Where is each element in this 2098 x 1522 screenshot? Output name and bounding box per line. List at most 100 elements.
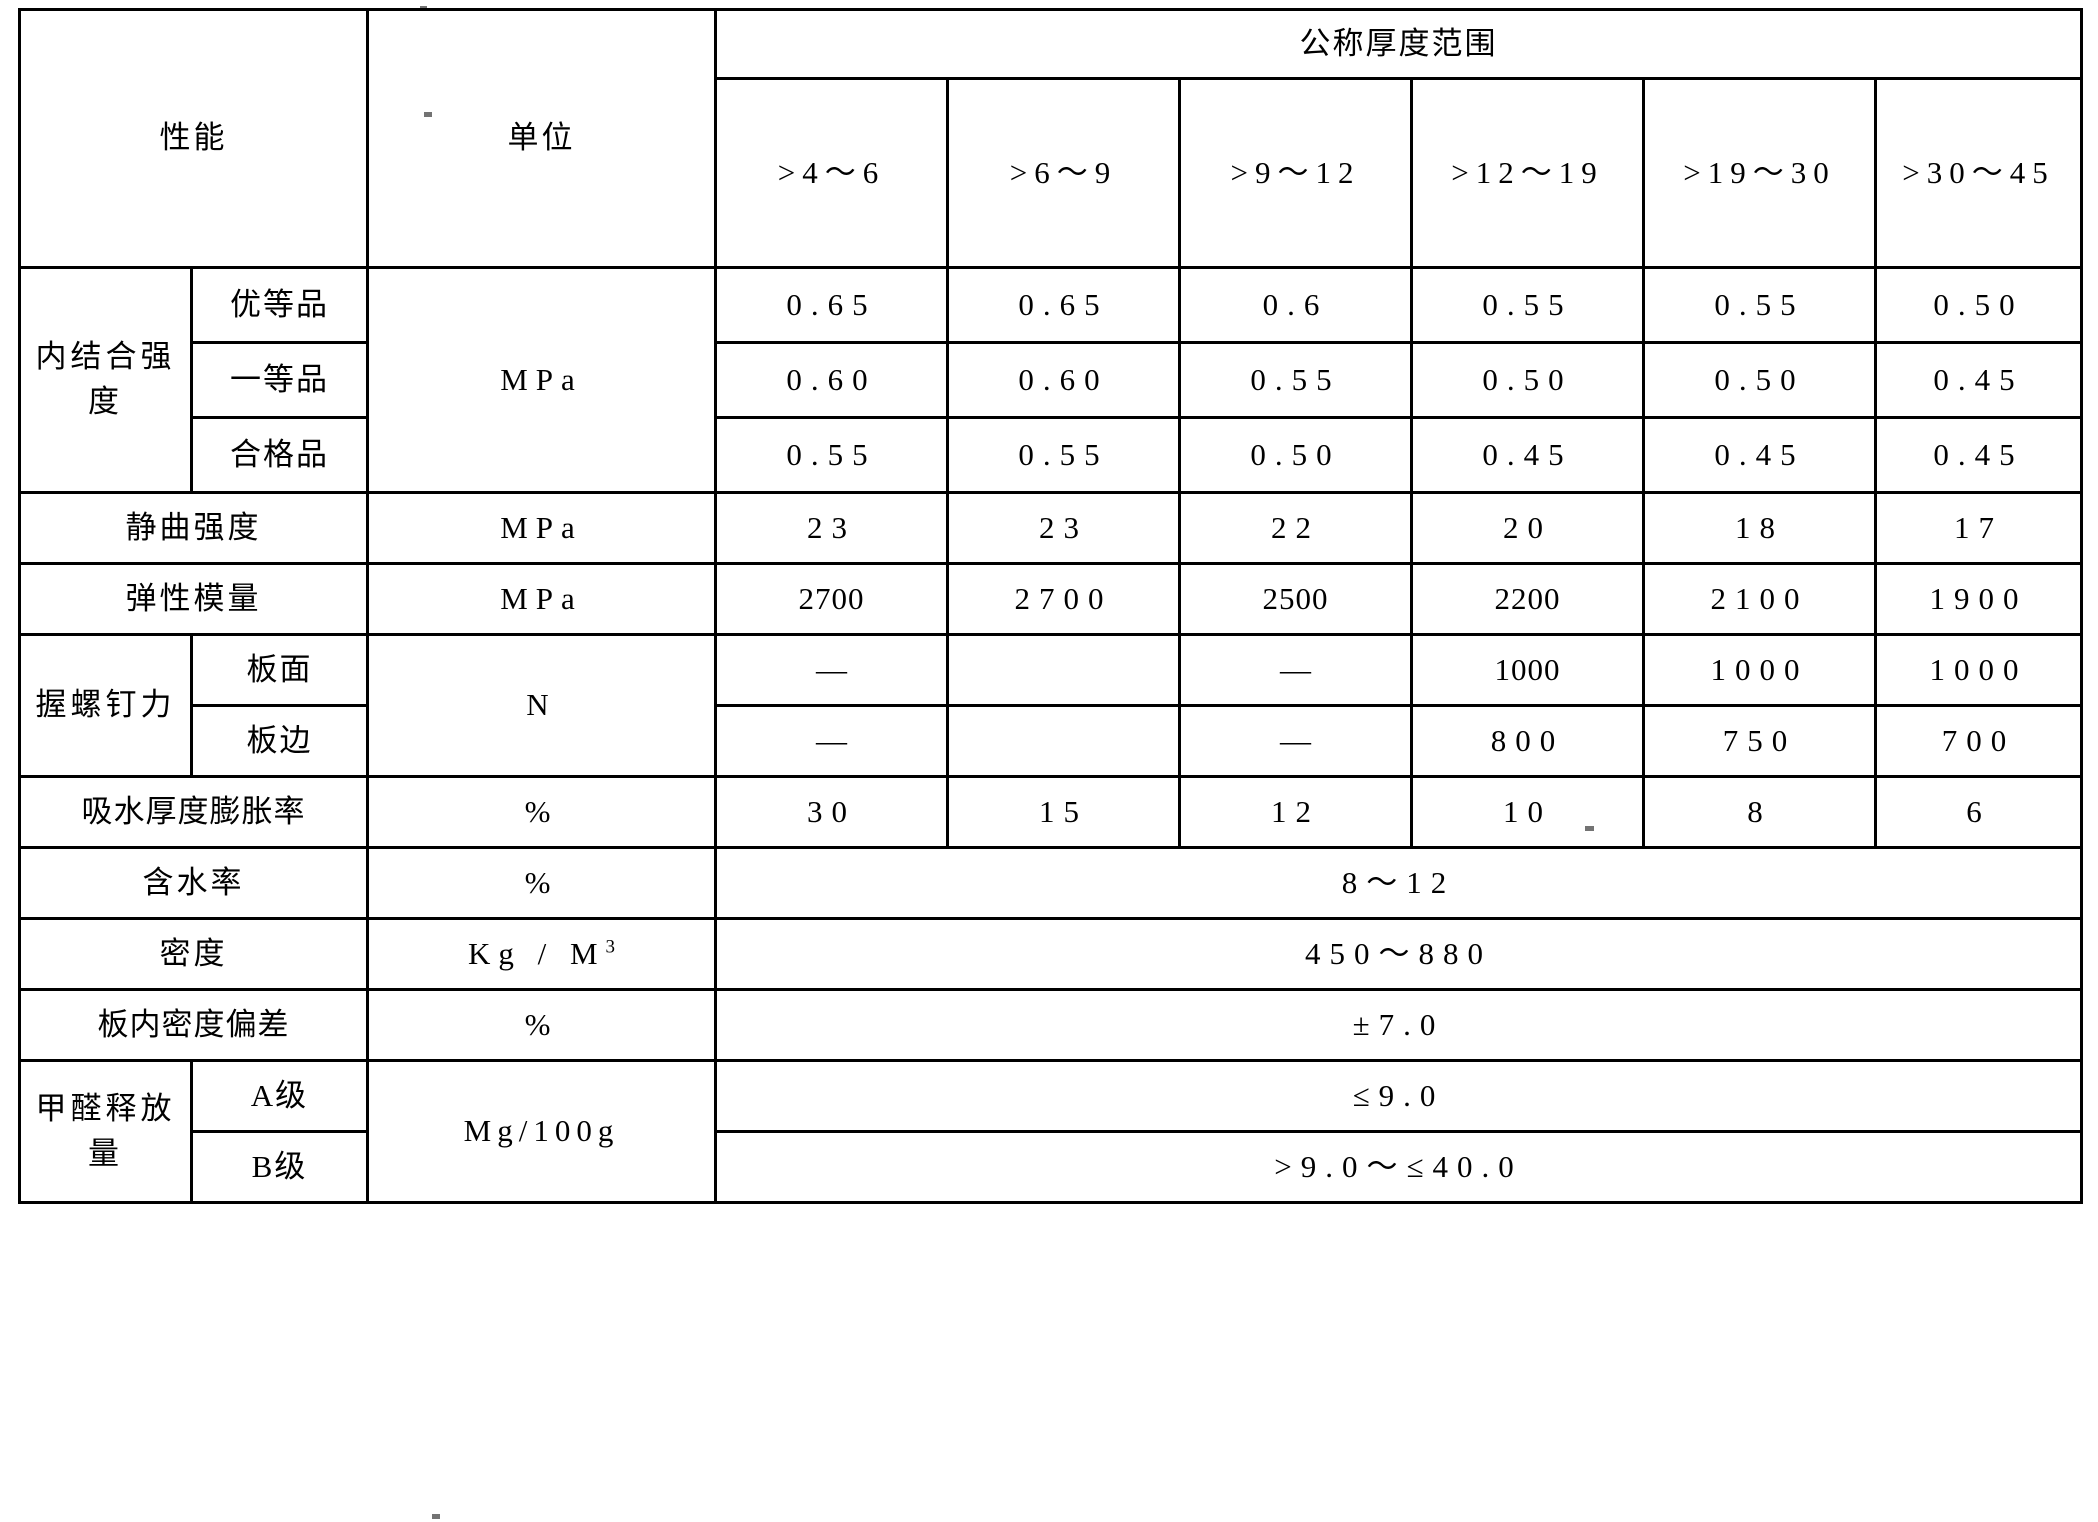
- row-unit-formaldehyde: Mg/100g: [366, 1059, 717, 1204]
- cell-value: 2700: [946, 562, 1181, 636]
- cell-value: 10: [1410, 775, 1645, 849]
- cell-value: 0.60: [714, 341, 949, 419]
- row-label-moisture-content: 含水率: [18, 846, 369, 920]
- row-sublabel-grade-qualified: 合格品: [190, 416, 369, 494]
- cell-value: 0.50: [1874, 266, 2083, 344]
- cell-value: —: [1178, 704, 1413, 778]
- cell-value: 23: [714, 491, 949, 565]
- cell-value: 0.55: [1178, 341, 1413, 419]
- cell-value: 0.45: [1874, 341, 2083, 419]
- cell-value: 0.50: [1410, 341, 1645, 419]
- cell-value: 15: [946, 775, 1181, 849]
- cell-value: 750: [1642, 704, 1877, 778]
- row-unit-elastic-modulus: MPa: [366, 562, 717, 636]
- row-unit-moisture-content: %: [366, 846, 717, 920]
- cell-value: 2500: [1178, 562, 1413, 636]
- row-label-density-deviation: 板内密度偏差: [18, 988, 369, 1062]
- row-sublabel-grade-first: 一等品: [190, 341, 369, 419]
- cell-value-merged: >9.0～≤40.0: [714, 1130, 2083, 1204]
- table-header-row-group: 性能 单位 公称厚度范围: [18, 8, 2083, 269]
- cell-value: 0.6: [1178, 266, 1413, 344]
- table-row: 甲醛释放量 A级 Mg/100g ≤9.0: [18, 1059, 2083, 1204]
- row-sublabel-grade-premium: 优等品: [190, 266, 369, 344]
- table-row: 板边 — — 800 750 700: [20, 704, 2083, 778]
- cell-value: —: [714, 704, 949, 778]
- cell-value: 1900: [1874, 562, 2083, 636]
- cell-value: 0.45: [1410, 416, 1645, 494]
- unit-density-text: Kg / M: [467, 935, 606, 971]
- unit-density-exponent: 3: [605, 936, 616, 958]
- cell-value: 2100: [1642, 562, 1877, 636]
- cell-value: 700: [1874, 704, 2083, 778]
- row-unit-density-deviation: %: [366, 988, 717, 1062]
- row-label-formaldehyde-emission: 甲醛释放量: [18, 1059, 193, 1204]
- row-label-elastic-modulus: 弹性模量: [18, 562, 369, 636]
- cell-value: 1000: [1874, 633, 2083, 707]
- scan-speckle: [1585, 826, 1594, 831]
- row-label-thickness-swelling: 吸水厚度膨胀率: [18, 775, 369, 849]
- row-label-density: 密度: [18, 917, 369, 991]
- cell-value: 0.50: [1642, 341, 1877, 419]
- cell-value: 22: [1178, 491, 1413, 565]
- cell-value: 0.55: [946, 416, 1181, 494]
- header-range-2: >6～9: [946, 77, 1181, 269]
- cell-value: 0.65: [946, 266, 1181, 344]
- cell-value: 0.55: [1410, 266, 1645, 344]
- row-label-screw-holding: 握螺钉力: [18, 633, 193, 778]
- table-row: 静曲强度 MPa 23 23 22 20 18 17: [18, 491, 2083, 565]
- cell-value: 18: [1642, 491, 1877, 565]
- cell-value: 0.45: [1642, 416, 1877, 494]
- cell-value-merged: 8～12: [714, 846, 2083, 920]
- cell-value: 2700: [714, 562, 949, 636]
- header-property: 性能: [18, 8, 369, 269]
- header-range-5: >19～30: [1642, 77, 1877, 269]
- cell-value: 30: [714, 775, 949, 849]
- row-sublabel-class-b: B级: [190, 1130, 369, 1204]
- header-range-3: >9～12: [1178, 77, 1413, 269]
- table-row: 含水率 % 8～12: [18, 846, 2083, 920]
- cell-value: 0.45: [1874, 416, 2083, 494]
- table-row: 弹性模量 MPa 2700 2700 2500 2200 2100 1900: [18, 562, 2083, 636]
- cell-value: 2200: [1410, 562, 1645, 636]
- document-page: 性能 单位 公称厚度范围 >4～6 >6～9 >9～12 >12～19 >19～…: [0, 0, 2098, 1522]
- row-sublabel-board-edge: 板边: [190, 704, 369, 778]
- cell-value: 8: [1642, 775, 1877, 849]
- header-range-4: >12～19: [1410, 77, 1645, 269]
- table-row: 吸水厚度膨胀率 % 30 15 12 10 8 6: [18, 775, 2083, 849]
- cell-value: 800: [1410, 704, 1645, 778]
- cell-value: 12: [1178, 775, 1413, 849]
- cell-value: —: [714, 633, 949, 707]
- header-range-6: >30～45: [1874, 77, 2083, 269]
- cell-value: 1000: [1410, 633, 1645, 707]
- specification-table: 性能 单位 公称厚度范围 >4～6 >6～9 >9～12 >12～19 >19～…: [18, 8, 2083, 1204]
- table-row: 合格品 0.55 0.55 0.50 0.45 0.45 0.45: [20, 416, 2083, 494]
- scan-speckle: [424, 112, 432, 117]
- cell-value: 6: [1874, 775, 2083, 849]
- row-label-bending-strength: 静曲强度: [18, 491, 369, 565]
- table-row: 密度 Kg / M3 450～880: [18, 917, 2083, 991]
- row-unit-internal-bond: MPa: [366, 266, 717, 494]
- cell-value: 1000: [1642, 633, 1877, 707]
- cell-value-merged: ±7.0: [714, 988, 2083, 1062]
- table-row: 一等品 0.60 0.60 0.55 0.50 0.50 0.45: [20, 341, 2083, 419]
- scan-speckle: [432, 1514, 440, 1519]
- cell-value: 20: [1410, 491, 1645, 565]
- cell-value-merged: 450～880: [714, 917, 2083, 991]
- header-unit: 单位: [366, 8, 717, 269]
- row-label-internal-bond: 内结合强度: [18, 266, 193, 494]
- table-row: 板内密度偏差 % ±7.0: [18, 988, 2083, 1062]
- cell-value: [946, 704, 1181, 778]
- cell-value: 0.65: [714, 266, 949, 344]
- table-row: B级 >9.0～≤40.0: [20, 1130, 2083, 1204]
- cell-value: 0.55: [1642, 266, 1877, 344]
- row-unit-screw-holding: N: [366, 633, 717, 778]
- cell-value: —: [1178, 633, 1413, 707]
- header-thickness-group: 公称厚度范围: [714, 8, 2083, 80]
- table-row: 握螺钉力 板面 N — — 1000 1000 1000: [18, 633, 2083, 778]
- cell-value-merged: ≤9.0: [714, 1059, 2083, 1133]
- cell-value: 0.55: [714, 416, 949, 494]
- row-sublabel-board-face: 板面: [190, 633, 369, 707]
- cell-value: [946, 633, 1181, 707]
- row-sublabel-class-a: A级: [190, 1059, 369, 1133]
- cell-value: 0.60: [946, 341, 1181, 419]
